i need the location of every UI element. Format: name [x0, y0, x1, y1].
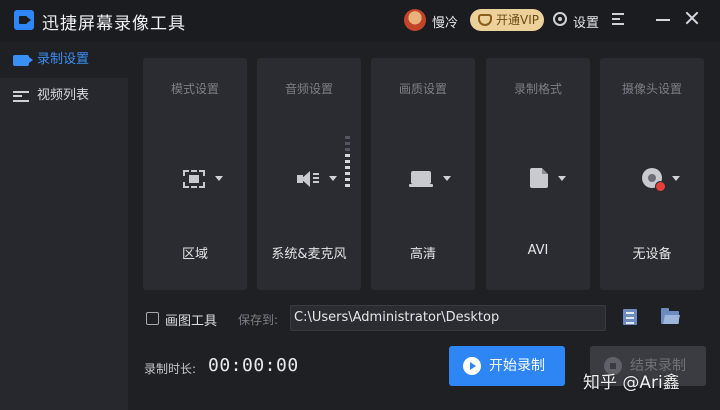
file-list-icon[interactable] [623, 309, 637, 325]
menu-icon[interactable] [612, 13, 624, 25]
vip-diamond-icon [478, 14, 492, 26]
audio-settings-card[interactable]: 音频设置 系统&麦克风 [257, 58, 361, 290]
duration-label: 录制时长: [144, 362, 197, 376]
user-avatar[interactable] [404, 9, 426, 31]
webcam-settings-card[interactable]: 摄像头设置 无设备 [600, 58, 704, 290]
chevron-down-icon[interactable] [215, 176, 223, 181]
format-settings-card[interactable]: 录制格式 AVI [486, 58, 590, 290]
sidebar: 录制设置 视频列表 [0, 42, 128, 410]
settings-button[interactable]: 设置 [573, 12, 599, 31]
username[interactable]: 慢冷 [432, 12, 458, 31]
card-value: 无设备 [632, 247, 672, 262]
sidebar-item-record-settings[interactable]: 录制设置 [0, 42, 128, 78]
chevron-down-icon[interactable] [672, 176, 680, 181]
sidebar-item-label: 录制设置 [37, 52, 90, 67]
open-folder-icon[interactable] [661, 308, 679, 324]
monitor-icon [409, 170, 433, 188]
region-select-icon [183, 170, 205, 188]
quality-settings-card[interactable]: 画质设置 高清 [371, 58, 475, 290]
draw-tool-label[interactable]: 画图工具 [165, 310, 217, 329]
start-recording-button[interactable]: 开始录制 [449, 346, 565, 386]
webcam-icon [642, 168, 666, 192]
video-list-icon [13, 91, 29, 102]
card-title: 摄像头设置 [621, 82, 682, 96]
card-title: 画质设置 [398, 82, 447, 96]
start-recording-label: 开始录制 [489, 358, 545, 374]
main-panel: 模式设置 区域 音频设置 系统&麦克风 画质设置 高清 录制格式 AVI 摄像头… [128, 42, 720, 410]
save-path-field[interactable]: C:\Users\Administrator\Desktop [290, 305, 606, 331]
card-value: 高清 [409, 247, 436, 262]
open-vip-label: 开通VIP [496, 13, 539, 27]
card-title: 模式设置 [170, 82, 219, 96]
save-to-label: 保存到: [238, 313, 279, 327]
card-value: 系统&麦克风 [271, 247, 347, 262]
open-vip-button[interactable]: 开通VIP [470, 9, 544, 31]
card-title: 音频设置 [284, 82, 333, 96]
card-value: 区域 [181, 247, 208, 262]
card-value: AVI [527, 243, 549, 258]
draw-tool-checkbox[interactable] [146, 312, 159, 325]
mode-settings-card[interactable]: 模式设置 区域 [143, 58, 247, 290]
minimize-icon[interactable] [656, 19, 670, 21]
sidebar-item-label: 视频列表 [37, 88, 90, 103]
record-icon [13, 55, 33, 66]
settings-gear-icon[interactable] [553, 12, 567, 26]
title-bar: 迅捷屏幕录像工具 慢冷 开通VIP 设置 [0, 0, 720, 42]
card-title: 录制格式 [513, 82, 562, 96]
duration-value: 00:00:00 [208, 355, 299, 376]
volume-level-icon [345, 136, 351, 190]
close-icon[interactable] [684, 10, 700, 26]
app-title: 迅捷屏幕录像工具 [42, 14, 186, 34]
file-icon [530, 168, 548, 188]
app-logo-icon [14, 10, 34, 30]
chevron-down-icon[interactable] [329, 176, 337, 181]
play-icon [463, 357, 481, 375]
watermark: 知乎 @Ari鑫 [583, 373, 680, 393]
speaker-icon [297, 170, 319, 188]
chevron-down-icon[interactable] [558, 176, 566, 181]
chevron-down-icon[interactable] [443, 176, 451, 181]
sidebar-item-video-list[interactable]: 视频列表 [0, 78, 128, 114]
